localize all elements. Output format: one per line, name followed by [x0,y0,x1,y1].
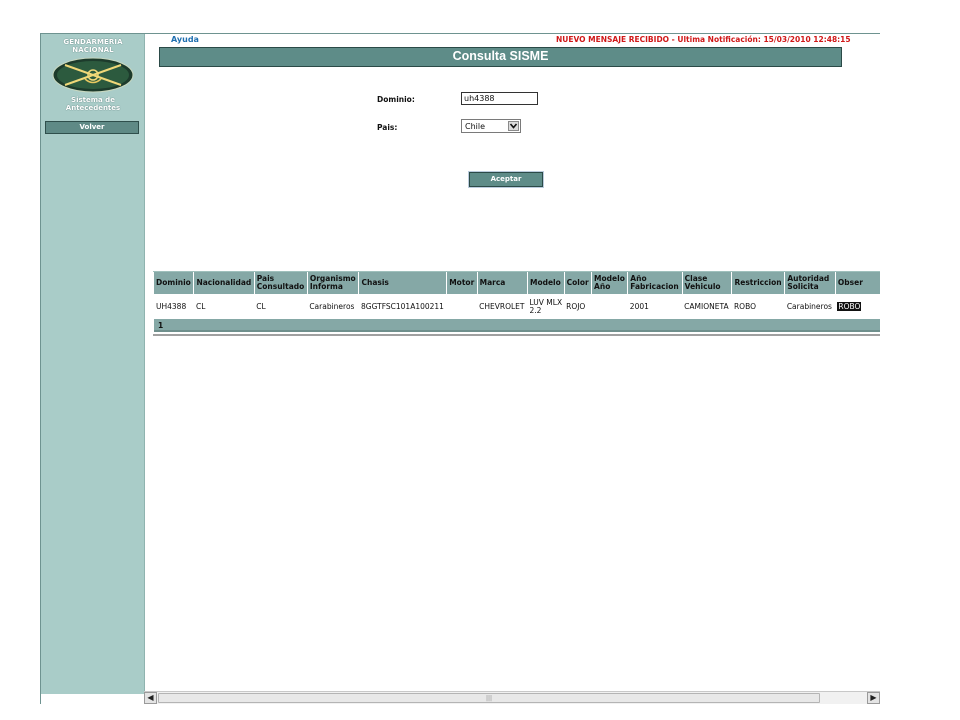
table-cell: LUV MLX 2.2 [527,294,565,319]
table-cell [591,294,628,319]
dominio-input[interactable]: uh4388 [461,92,538,105]
column-header[interactable]: Nacionalidad [193,272,255,294]
crossed-swords-emblem-icon [52,57,134,93]
logo-line-2: NACIONAL [72,46,114,54]
column-header[interactable]: Color [564,272,593,294]
column-header[interactable]: Modelo Año [591,272,629,294]
system-line-2: Antecedentes [65,104,121,112]
table-cell: CAMIONETA [682,294,732,319]
table-cell: ROJO [564,294,592,319]
column-header[interactable]: Clase Vehiculo [682,272,733,294]
table-cell: Carabineros [784,294,836,319]
column-header[interactable]: Año Fabricacion [627,272,683,294]
scroll-left-icon[interactable]: ◀ [144,692,157,704]
column-header[interactable]: Marca [477,272,528,294]
column-header[interactable]: Restriccion [731,272,786,294]
help-link[interactable]: Ayuda [171,35,199,44]
table-cell: UH4388 [154,294,194,319]
volver-button[interactable]: Volver [45,121,139,134]
column-header[interactable]: Organismo Informa [307,272,360,294]
table-cell: ROBO [731,294,785,319]
sidebar: GENDARMERIA NACIONAL Sistema de Antecede… [41,34,145,694]
page-frame: GENDARMERIA NACIONAL Sistema de Antecede… [40,33,880,704]
column-header[interactable]: Dominio [154,272,195,294]
dropdown-arrow-icon[interactable] [508,121,519,131]
pagination-bar: 1 [154,319,880,332]
pais-selected-value: Chile [465,122,486,131]
system-name: Sistema de Antecedentes [47,96,139,112]
logo-line-1: GENDARMERIA [63,38,123,46]
table-bottom-border [153,334,880,336]
pais-select[interactable]: Chile [461,119,521,133]
results-table: Dominio Nacionalidad Pais Consultado Organi… [154,272,880,319]
table-cell: 8GGTFSC101A100211 [358,294,447,319]
notification-message[interactable]: NUEVO MENSAJE RECIBIDO - Ultima Notifica… [556,35,851,44]
dominio-label: Dominio: [377,95,415,104]
table-cell: 2001 [627,294,683,319]
column-header[interactable]: Chasis [358,272,448,294]
column-header[interactable]: Motor [446,272,478,294]
column-header[interactable]: Obser [835,272,880,294]
system-line-1: Sistema de [71,96,115,104]
column-header[interactable]: Pais Consultado [254,272,308,294]
table-cell: CL [254,294,308,319]
table-cell: CHEVROLET [477,294,528,319]
page-link[interactable]: 1 [158,321,163,330]
horizontal-scrollbar[interactable]: ◀ ||| ▶ [144,691,880,704]
table-row[interactable]: UH4388 CL CL Carabineros 8GGTFSC101A100211 CH… [154,294,880,319]
scrollbar-thumb[interactable]: ||| [158,693,820,703]
column-header[interactable]: Modelo [527,272,565,294]
column-header[interactable]: Autoridad Solicita [784,272,836,294]
pais-label: Pais: [377,123,398,132]
highlighted-text: ROBO [837,301,862,311]
scroll-right-icon[interactable]: ▶ [867,692,880,704]
page-title: Consulta SISME [159,47,842,67]
table-cell: CL [193,294,255,319]
grip-icon: ||| [486,695,493,702]
table-header-row: Dominio Nacionalidad Pais Consultado Organi… [154,272,880,294]
table-cell: ROBO [835,294,880,319]
aceptar-button[interactable]: Aceptar [468,171,544,188]
results-table-container: Dominio Nacionalidad Pais Consultado Organi… [153,271,880,336]
table-cell [446,294,478,319]
table-cell: Carabineros [307,294,359,319]
